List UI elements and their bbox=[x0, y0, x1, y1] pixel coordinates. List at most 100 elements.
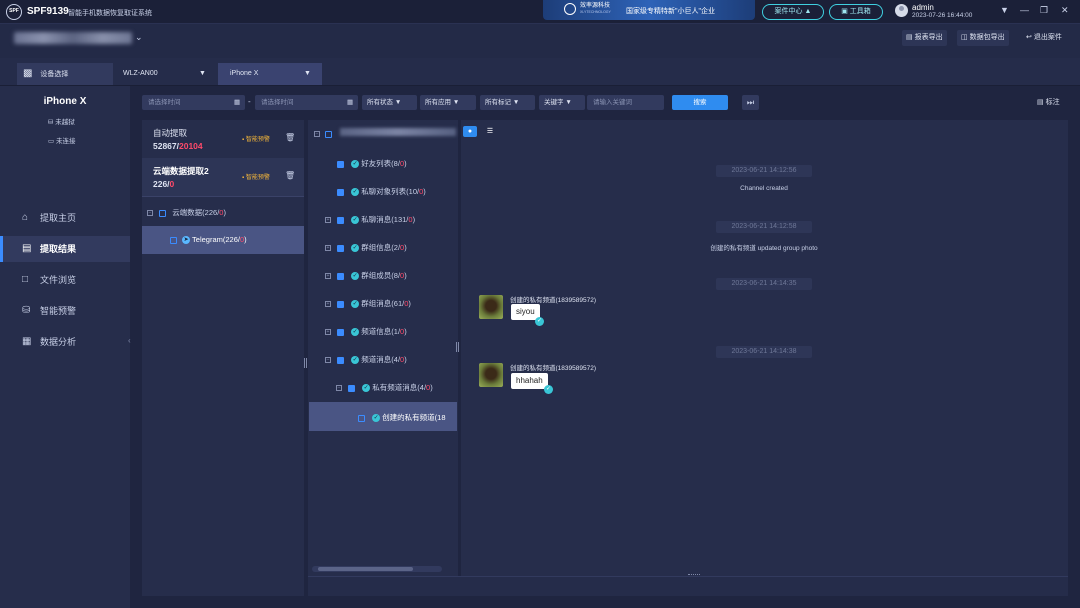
chat-view-toggle[interactable]: ● bbox=[463, 126, 477, 137]
app-code: SPF9139 bbox=[27, 6, 69, 17]
end-time-input[interactable]: 请选择时间 ▦ bbox=[255, 95, 358, 110]
nav-file-browse-label: 文件浏览 bbox=[40, 275, 77, 285]
divider bbox=[142, 196, 304, 197]
device-tab-iphone[interactable]: iPhone X ▼ bbox=[218, 63, 322, 85]
folder-icon: □ bbox=[22, 274, 29, 285]
checkbox[interactable] bbox=[337, 188, 344, 196]
search-button[interactable]: 搜索 bbox=[672, 95, 728, 110]
tree-node-cloud-end: ) bbox=[223, 208, 226, 217]
checkbox[interactable] bbox=[337, 160, 344, 168]
category-group-info-end: ) bbox=[404, 243, 407, 252]
category-private-channel-messages-end: ) bbox=[430, 383, 433, 392]
user-avatar[interactable] bbox=[895, 4, 908, 17]
checkbox[interactable] bbox=[337, 216, 345, 224]
chevron-down-icon: ▼ bbox=[199, 70, 206, 77]
exit-case-button[interactable]: ↩ 退出案件 bbox=[1022, 30, 1066, 46]
device-tab-wlz[interactable]: WLZ-AN00 ▼ bbox=[117, 63, 215, 85]
collapse-sidebar-icon[interactable]: ‹ bbox=[128, 336, 135, 356]
resize-handle[interactable] bbox=[456, 342, 459, 352]
message-bubble[interactable]: hhahah bbox=[511, 373, 548, 389]
checkbox[interactable] bbox=[159, 209, 167, 217]
checkbox[interactable] bbox=[348, 384, 356, 392]
category-channel-info-end: ) bbox=[404, 327, 407, 336]
checkbox[interactable] bbox=[337, 328, 345, 336]
checkbox[interactable] bbox=[170, 236, 177, 244]
smart-warning-badge[interactable]: ▪ 智能预警 bbox=[242, 172, 270, 181]
chevron-down-icon[interactable]: ⌄ bbox=[135, 32, 143, 43]
keyword-type-select[interactable]: 关键字 ▼ bbox=[539, 95, 585, 110]
nav-smart-warning[interactable]: 智能预警 bbox=[0, 298, 130, 324]
checkbox[interactable] bbox=[337, 356, 345, 364]
restore-icon[interactable]: ❐ bbox=[1040, 5, 1048, 16]
category-private-messages-label: 私聊消息(131/0) bbox=[361, 215, 415, 224]
read-check-icon: ✓ bbox=[544, 385, 553, 394]
smart-warning-badge[interactable]: ▪ 智能预警 bbox=[242, 134, 270, 143]
category-private-messages[interactable]: + ✓ 私聊消息(131/0) bbox=[325, 214, 415, 225]
report-export-button[interactable]: ▤ 报表导出 bbox=[902, 30, 947, 46]
resize-handle[interactable] bbox=[304, 358, 307, 368]
category-group-info[interactable]: + ✓ 群组信息(2/0) bbox=[325, 242, 407, 253]
collapse-icon[interactable]: − bbox=[147, 210, 153, 217]
trash-icon[interactable]: 🗑 bbox=[285, 171, 295, 180]
status-select[interactable]: 所有状态 ▼ bbox=[362, 95, 417, 110]
category-group-members[interactable]: + ✓ 群组成员(8/0) bbox=[325, 270, 407, 281]
timestamp-pill: 2023-06-21 14:14:38 bbox=[716, 346, 812, 358]
drag-handle[interactable] bbox=[688, 574, 700, 576]
collapse-icon[interactable]: − bbox=[314, 131, 320, 138]
tree-node-telegram[interactable]: ➤ Telegram(226/0) bbox=[142, 226, 304, 254]
checkbox[interactable] bbox=[337, 244, 345, 252]
category-group-members-label: 群组成员(8/0) bbox=[361, 271, 406, 280]
category-group-members-end: ) bbox=[404, 271, 407, 280]
close-icon[interactable]: ✕ bbox=[1061, 5, 1069, 16]
expand-icon[interactable]: + bbox=[325, 245, 331, 252]
toolbox-button[interactable]: ▣ 工具箱 bbox=[829, 4, 883, 20]
smart-warning-badge-label: 智能预警 bbox=[245, 137, 270, 143]
expand-icon[interactable]: + bbox=[325, 217, 331, 224]
avatar[interactable] bbox=[479, 295, 503, 319]
tree-root[interactable]: − bbox=[314, 129, 333, 138]
category-friends[interactable]: ✓ 好友列表(8/0) bbox=[337, 158, 407, 169]
marks-select[interactable]: 所有标记 ▼ bbox=[480, 95, 535, 110]
tree-node-cloud[interactable]: − 云端数据(226/0) bbox=[147, 207, 226, 218]
nav-data-analysis[interactable]: 数据分析 bbox=[0, 329, 130, 355]
category-group-messages[interactable]: + ✓ 群组消息(61/0) bbox=[325, 298, 411, 309]
start-time-input[interactable]: 请选择时间 ▦ bbox=[142, 95, 245, 110]
category-private-channel-messages[interactable]: − ✓ 私有频道消息(4/0) bbox=[336, 382, 433, 393]
avatar[interactable] bbox=[479, 363, 503, 387]
package-export-button[interactable]: ◫ 数据包导出 bbox=[957, 30, 1009, 46]
scrollbar-thumb[interactable] bbox=[318, 567, 413, 571]
category-channel-info[interactable]: + ✓ 频道信息(1/0) bbox=[325, 326, 407, 337]
list-view-toggle[interactable]: ☰ bbox=[483, 126, 497, 137]
category-private-contacts[interactable]: ✓ 私聊对象列表(10/0) bbox=[337, 186, 426, 197]
expand-icon[interactable]: + bbox=[325, 273, 331, 280]
mark-button[interactable]: ▤ 标注 bbox=[1037, 97, 1060, 107]
nav-extract-result[interactable]: 提取结果 bbox=[0, 236, 130, 262]
toolbox-icon: ▣ bbox=[841, 8, 848, 15]
case-center-button[interactable]: 案件中心 ▲ bbox=[762, 4, 824, 20]
apps-select[interactable]: 所有应用 ▼ bbox=[420, 95, 476, 110]
expand-icon[interactable]: + bbox=[325, 301, 331, 308]
category-friends-end: ) bbox=[404, 159, 407, 168]
checkbox[interactable] bbox=[337, 272, 345, 280]
dropdown-icon[interactable]: ▼ bbox=[1000, 5, 1009, 15]
verified-icon: ✓ bbox=[351, 216, 360, 225]
source-card-auto[interactable]: 自动提取 52867/20104 ▪ 智能预警 🗑 bbox=[142, 120, 304, 158]
nav-extract-home[interactable]: 提取主页 bbox=[0, 205, 130, 231]
minimize-icon[interactable]: — bbox=[1020, 5, 1029, 15]
category-group-messages-end: ) bbox=[408, 299, 411, 308]
device-select-tab[interactable]: ▩ 设备选择 bbox=[17, 63, 113, 85]
checkbox[interactable] bbox=[337, 300, 345, 308]
clear-filter-icon[interactable]: ⏭ bbox=[742, 95, 759, 110]
category-channel-messages[interactable]: − ✓ 频道消息(4/0) bbox=[325, 354, 407, 365]
category-created-private-channel[interactable]: ✓ 创建的私有频道(18 bbox=[309, 402, 457, 431]
collapse-icon[interactable]: − bbox=[336, 385, 342, 392]
keyword-input[interactable]: 请输入关键词 bbox=[587, 95, 664, 110]
checkbox[interactable] bbox=[325, 130, 333, 138]
trash-icon[interactable]: 🗑 bbox=[285, 133, 295, 142]
connection-label: 未连接 bbox=[55, 138, 76, 145]
source-card-cloud[interactable]: 云端数据提取2 226/0 ▪ 智能预警 🗑 bbox=[142, 158, 304, 196]
nav-file-browse[interactable]: 文件浏览 bbox=[0, 267, 130, 293]
collapse-icon[interactable]: − bbox=[325, 357, 331, 364]
expand-icon[interactable]: + bbox=[325, 329, 331, 336]
checkbox[interactable] bbox=[358, 414, 365, 422]
